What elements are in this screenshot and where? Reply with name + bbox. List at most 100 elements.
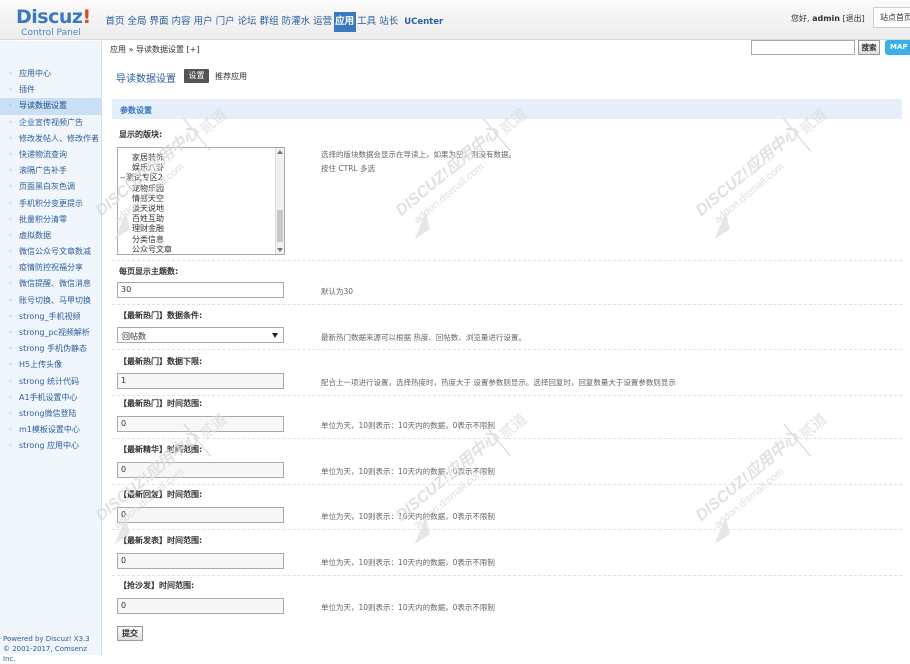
search-button[interactable]: 搜索 [858,40,880,55]
sidebar-item[interactable]: 快递物流查询 [0,147,102,163]
time-range-input[interactable]: 0 [117,552,284,569]
listbox-option[interactable]: 家居装饰 [132,153,164,162]
sidebar-item[interactable]: 微信公众号文章数减 [0,244,102,260]
nav-item[interactable]: 群组 [258,12,280,32]
logout-link[interactable]: [退出] [843,14,865,23]
board-hint-ctrl: 按住 CTRL 多选 [321,164,375,173]
breadcrumb[interactable]: 应用 » 导读数据设置 [+] [110,44,199,55]
listbox-option[interactable]: 理财金融 [132,224,164,233]
listbox-option[interactable]: 分类信息 [132,235,164,244]
site-home-button[interactable]: 站点首页 [873,7,910,28]
sidebar-item[interactable]: m1模板设置中心 [0,422,102,438]
sidebar-item[interactable]: 滚隔广告补手 [0,163,102,179]
tab-recommend[interactable]: 推荐应用 [215,71,247,82]
listbox-option[interactable]: 百姓互助 [132,214,164,223]
listbox-option[interactable]: 谈天说地 [132,204,164,213]
search-input[interactable] [751,40,855,55]
sidebar-item[interactable]: 疫情防控祝福分享 [0,260,102,276]
nav-item[interactable]: 工具 [356,12,378,32]
nav-item[interactable]: 内容 [170,12,192,32]
row-divider [112,395,902,396]
sidebar-item[interactable]: strong_pc视频解析 [0,325,102,341]
row-divider [112,483,902,485]
main-content: 导读数据设置 设置 推荐应用 参数设置 显示的版块: 家居装饰 娱乐八卦 --测试专… [92,57,910,655]
sidebar-item[interactable]: 企业宣传视频广告 [0,115,102,131]
listbox-group[interactable]: --测试专区2 [120,173,163,182]
watermark-url: addon.dismall.com [412,160,487,226]
row-divider [112,304,902,305]
nav-item[interactable]: UCenter [403,12,445,32]
select-value: 回帖数 [122,332,146,341]
watermark: DISCUZ!应用中心 addon.dismall.com 贰道 [364,382,554,572]
sidebar-item[interactable]: strong_手机视频 [0,309,102,325]
listbox-scrollbar[interactable] [275,148,284,254]
nav-item[interactable]: 论坛 [236,12,258,32]
per-page-input[interactable]: 30 [117,282,284,298]
sidebar-item[interactable]: 导读数据设置 [0,98,102,115]
sidebar-item[interactable]: 手机积分变更提示 [0,196,102,212]
time-range-hint: 单位为天，10则表示：10天内的数据，0表示不限制 [321,421,495,430]
hot-min-input[interactable]: 1 [117,373,284,389]
sidebar-item[interactable]: 虚拟数据 [0,228,102,244]
sidebar-item[interactable]: 账号切换、马甲切换 [0,293,102,309]
hot-condition-select[interactable]: 回帖数 [117,327,284,343]
nav-item[interactable]: 运营 [312,12,334,32]
sidebar-item[interactable]: H5上传头像 [0,357,102,373]
scroll-up-arrow-icon[interactable] [277,150,283,154]
scroll-down-arrow-icon[interactable] [277,248,283,252]
time-range-label: 【最新发表】时间范围: [119,535,203,545]
row-divider [112,438,902,439]
submit-button[interactable]: 提交 [117,626,143,641]
tab-settings[interactable]: 设置 [184,69,209,83]
nav-item[interactable]: 防灌水 [280,12,312,32]
time-range-input[interactable]: 0 [117,416,284,432]
greeting-text: 您好, [791,14,810,23]
time-range-label: 【最新回复】时间范围: [119,490,203,499]
nav-item[interactable]: 首页 [104,12,126,32]
time-range-input[interactable]: 0 [117,598,284,614]
scroll-thumb[interactable] [277,210,283,242]
sidebar-item[interactable]: 页面黑白灰色调 [0,179,102,195]
time-range-hint: 单位为天，10则表示：10天内的数据，0表示不限制 [321,603,495,612]
listbox-option[interactable]: 宠物乐园 [132,184,164,193]
listbox-option[interactable]: 娱乐八卦 [132,163,164,172]
watermark-brand: DISCUZ!应用中心 [692,427,803,524]
sidebar-item[interactable]: 应用中心 [0,66,102,82]
sidebar-item[interactable]: strong微信登陆 [0,406,102,422]
listbox-option[interactable]: 情感天空 [132,194,164,203]
sidebar-item[interactable]: 批量积分清零 [0,212,102,228]
board-multiselect[interactable]: 家居装饰 娱乐八卦 --测试专区2 宠物乐园 情感天空 谈天说地 百姓互助 理财金融分类信息公… [117,147,285,255]
time-range-hint: 单位为天，10则表示：10天内的数据，0表示不限制 [321,512,495,521]
listbox-option[interactable]: 公众号文章 [132,245,172,254]
sidebar-item[interactable]: strong 应用中心 [0,438,102,454]
nav-item[interactable]: 门户 [214,12,236,32]
section-header: 参数设置 [112,99,902,119]
logo-subtitle: Control Panel [21,28,81,38]
sidebar-item[interactable]: strong 手机伪静态 [0,341,102,357]
time-range-input[interactable]: 0 [117,461,284,478]
nav-item[interactable]: 应用 [333,12,356,32]
username-link[interactable]: admin [812,14,840,23]
sidebar-item[interactable]: 微信提醒、微信消息 [0,276,102,292]
top-header: Discuz! Control Panel 首页 全局 界面 内容 用户 门户 论坛 群组 防灌… [0,0,910,40]
page-title: 导读数据设置 [116,74,176,85]
time-range-label: 【最新精华】时间范围: [119,444,203,454]
nav-item[interactable]: 全局 [126,12,148,32]
top-nav: 首页 全局 界面 内容 用户 门户 论坛 群组 防灌水 运营 应用 工具 站长 UCenter [104,12,445,32]
chevron-down-icon [272,333,278,338]
nav-item[interactable]: 界面 [148,12,170,32]
watermark-brand: DISCUZ!应用中心 [392,122,503,219]
copyright: © 2001-2017, Comsenz Inc. [3,645,87,663]
time-range-input[interactable]: 0 [117,507,284,523]
hot-min-label: 【最新热门】数据下限: [119,357,203,366]
row-divider [112,260,902,261]
nav-item[interactable]: 用户 [192,12,214,32]
title-bar: 导读数据设置 设置 推荐应用 [104,65,910,89]
sidebar-item[interactable]: 插件 [0,82,102,98]
nav-item[interactable]: 站长 [378,12,400,32]
sidebar-item[interactable]: strong 统计代码 [0,374,102,390]
map-button[interactable]: MAP [885,40,910,55]
sidebar-item[interactable]: 修改发帖人、修改作者 [0,131,102,147]
sidebar-item[interactable]: A1手机设置中心 [0,390,102,406]
discuz-logo[interactable]: Discuz! Control Panel [16,8,91,39]
